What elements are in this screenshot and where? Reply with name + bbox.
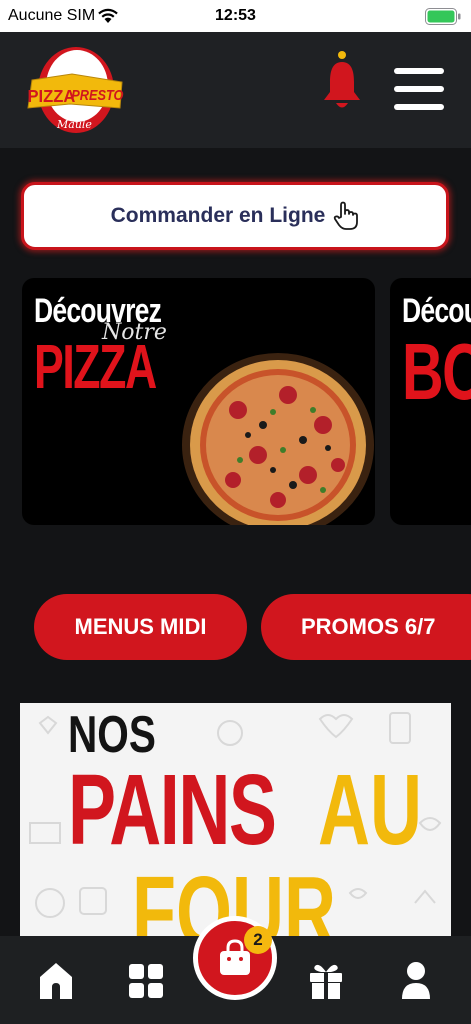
pill-label: PROMOS 6/7 [301, 614, 436, 639]
pizza-image [182, 353, 374, 525]
nav-menu[interactable] [126, 960, 166, 1002]
hamburger-menu-button[interactable] [394, 68, 446, 110]
pizza-presto-logo[interactable]: PIZZA PRESTO Maule [22, 42, 126, 140]
user-icon [402, 962, 430, 999]
home-icon [40, 963, 72, 999]
nav-home[interactable] [36, 960, 76, 1002]
clock: 12:53 [215, 7, 256, 24]
banner-line2-red: PAINS [68, 754, 277, 866]
card-highlight: PIZZA [34, 333, 157, 402]
carousel-card-pizza[interactable]: Découvrez Notre PIZZA [22, 278, 375, 525]
card-highlight: BO [402, 327, 471, 416]
gift-icon [310, 964, 342, 999]
battery-icon [425, 8, 461, 25]
grid-icon [129, 964, 163, 998]
status-bar: Aucune SIM 12:53 [0, 0, 471, 32]
app-header: PIZZA PRESTO Maule [0, 32, 471, 148]
banner-line2-yellow: AU [318, 754, 422, 866]
order-online-button[interactable]: Commander en Ligne [21, 182, 449, 250]
carousel-card-next[interactable]: Décou BO [390, 278, 471, 525]
promo-banner[interactable]: NOS PAINS AU FOUR [20, 703, 451, 936]
svg-text:Maule: Maule [56, 118, 92, 131]
svg-text:PRESTO: PRESTO [71, 86, 123, 103]
nav-account[interactable] [396, 960, 436, 1002]
hand-pointer-icon [334, 201, 359, 230]
category-pill-promos[interactable]: PROMOS 6/7 [261, 594, 471, 660]
category-pill-menus-midi[interactable]: MENUS MIDI [34, 594, 247, 660]
order-online-label: Commander en Ligne [110, 204, 326, 227]
pill-label: MENUS MIDI [74, 614, 207, 639]
bell-icon[interactable] [322, 50, 362, 112]
svg-text:PIZZA: PIZZA [28, 85, 76, 106]
cart-count-badge: 2 [244, 926, 272, 954]
nav-rewards[interactable] [306, 960, 346, 1002]
bottom-navigation: 2 [0, 916, 471, 1024]
main-content: Commander en Ligne Découvrez Notre PIZZA [0, 148, 471, 936]
